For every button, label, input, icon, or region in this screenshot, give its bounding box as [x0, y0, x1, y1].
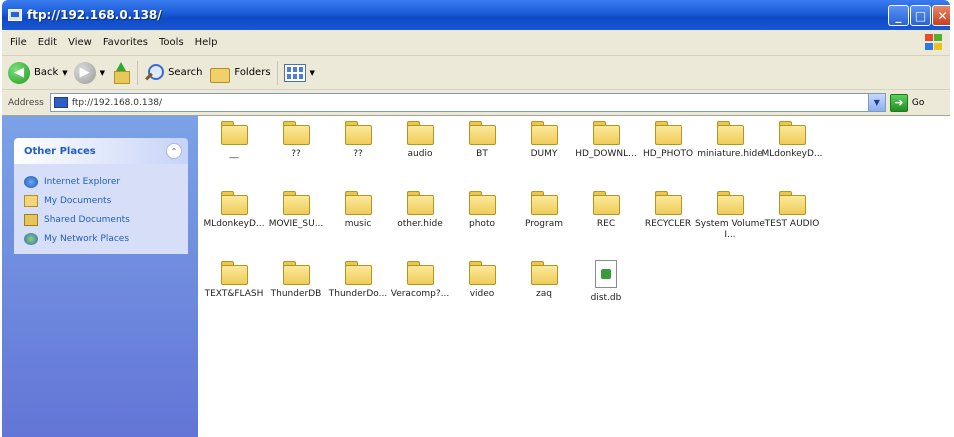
- internet-explorer-icon: [24, 175, 38, 188]
- folder-icon: [716, 190, 744, 215]
- folder-icon: [778, 120, 806, 145]
- folder-up-icon: [111, 61, 131, 84]
- search-label: Search: [168, 67, 203, 78]
- chevron-down-icon[interactable]: ▼: [310, 69, 315, 77]
- network-places-icon: [24, 232, 38, 245]
- toolbar: ◀ Back ▼ ▶ ▼ Search Folders ▼: [2, 56, 950, 90]
- place-shared-documents[interactable]: Shared Documents: [24, 210, 188, 229]
- folder-icon: [778, 190, 806, 215]
- place-label: My Documents: [44, 195, 112, 206]
- up-button[interactable]: [111, 60, 131, 86]
- menu-file[interactable]: File: [10, 37, 27, 48]
- folders-icon: [208, 63, 231, 83]
- folder-icon: [344, 190, 372, 215]
- back-arrow-icon: ◀: [8, 61, 30, 84]
- toolbar-separator: [137, 60, 139, 85]
- toolbar-separator: [276, 60, 278, 85]
- my-documents-icon: [24, 194, 38, 207]
- place-label: My Network Places: [44, 233, 130, 244]
- folder-icon: [530, 190, 558, 215]
- menu-help[interactable]: Help: [195, 37, 218, 48]
- place-label: Internet Explorer: [44, 176, 121, 187]
- back-label: Back: [34, 67, 59, 78]
- folder-icon: [282, 120, 310, 145]
- folder-icon: [406, 120, 434, 145]
- window-title: ftp://192.168.0.138/: [27, 8, 162, 22]
- file-item[interactable]: dist.db: [570, 260, 642, 304]
- folder-icon: [468, 190, 496, 215]
- search-icon: [144, 63, 165, 83]
- forward-arrow-icon: ▶: [73, 61, 96, 84]
- menu-favorites[interactable]: Favorites: [103, 37, 148, 48]
- folder-icon: [468, 260, 496, 285]
- task-pane: Other Places ⌃ Internet Explorer My Docu…: [2, 116, 198, 437]
- folder-icon: [220, 260, 248, 285]
- chevron-down-icon[interactable]: ▼: [867, 94, 885, 111]
- window-border: [950, 0, 954, 437]
- place-internet-explorer[interactable]: Internet Explorer: [24, 172, 188, 191]
- back-button[interactable]: ◀ Back ▼: [8, 60, 68, 86]
- address-label: Address: [8, 97, 44, 108]
- forward-button[interactable]: ▶ ▼: [73, 60, 105, 86]
- folder-icon: [592, 120, 620, 145]
- maximize-button[interactable]: □: [910, 5, 931, 26]
- ftp-folder-icon: [8, 9, 22, 21]
- folder-item[interactable]: MLdonkeyD...: [756, 120, 828, 160]
- address-bar: Address ftp://192.168.0.138/ ▼ ➜ Go: [2, 90, 950, 116]
- folder-icon: [220, 120, 248, 145]
- menu-view[interactable]: View: [68, 37, 92, 48]
- folder-item[interactable]: TEST AUDIO: [756, 190, 828, 230]
- other-places-header[interactable]: Other Places ⌃: [14, 138, 188, 164]
- title-bar: ftp://192.168.0.138/: [2, 0, 950, 30]
- menu-bar: File Edit View Favorites Tools Help: [2, 30, 950, 56]
- file-list: __???? audio BT DUMY HD_DOWNL... HD_PHOTO mini…: [198, 116, 950, 437]
- folder-icon: [282, 260, 310, 285]
- folder-icon: [530, 260, 558, 285]
- windows-logo-icon: [924, 33, 944, 51]
- views-icon: [283, 63, 306, 82]
- ftp-folder-icon: [53, 97, 68, 108]
- item-label: TEST AUDIO: [764, 219, 820, 229]
- folders-label: Folders: [234, 67, 271, 78]
- folder-icon: [344, 260, 372, 285]
- folder-icon: [654, 120, 682, 145]
- item-label: dist.db: [590, 293, 622, 303]
- file-icon: [595, 260, 617, 288]
- chevron-down-icon[interactable]: ▼: [100, 69, 105, 77]
- folder-icon: [220, 190, 248, 215]
- folder-icon: [592, 190, 620, 215]
- go-arrow-icon[interactable]: ➜: [889, 93, 908, 112]
- folder-icon: [282, 190, 310, 215]
- chevron-up-icon[interactable]: ⌃: [166, 143, 182, 159]
- folder-icon: [406, 190, 434, 215]
- other-places-list: Internet Explorer My Documents Shared Do…: [14, 164, 188, 254]
- shared-documents-icon: [24, 213, 38, 226]
- menu-tools[interactable]: Tools: [159, 37, 184, 48]
- folder-icon: [716, 120, 744, 145]
- address-value[interactable]: ftp://192.168.0.138/: [72, 98, 162, 108]
- folder-icon: [344, 120, 372, 145]
- address-input[interactable]: ftp://192.168.0.138/ ▼: [49, 93, 886, 112]
- panel-title: Other Places: [24, 145, 96, 157]
- place-label: Shared Documents: [44, 214, 130, 225]
- views-button[interactable]: ▼: [283, 60, 315, 86]
- folders-button[interactable]: Folders: [208, 60, 271, 86]
- folder-icon: [530, 120, 558, 145]
- item-label: MLdonkeyD...: [761, 149, 823, 159]
- folder-icon: [468, 120, 496, 145]
- search-button[interactable]: Search: [144, 60, 202, 86]
- folder-icon: [406, 260, 434, 285]
- folder-icon: [654, 190, 682, 215]
- go-button[interactable]: Go: [912, 98, 924, 108]
- chevron-down-icon[interactable]: ▼: [62, 69, 67, 77]
- place-my-network-places[interactable]: My Network Places: [24, 229, 188, 248]
- place-my-documents[interactable]: My Documents: [24, 191, 188, 210]
- menu-edit[interactable]: Edit: [38, 37, 57, 48]
- minimize-button[interactable]: _: [888, 5, 909, 26]
- other-places-panel: Other Places ⌃ Internet Explorer My Docu…: [14, 138, 188, 254]
